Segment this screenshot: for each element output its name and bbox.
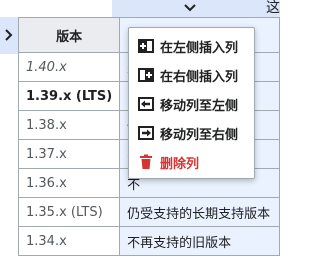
table-row: 1.35.x (LTS) 仍受支持的长期支持版本 bbox=[17, 197, 280, 227]
header-cell-version[interactable]: 版本 bbox=[17, 17, 121, 53]
description-cell[interactable]: 不再支持的旧版本 bbox=[119, 226, 280, 256]
version-cell[interactable]: 1.37.x bbox=[17, 139, 121, 169]
description-cell[interactable]: 仍受支持的长期支持版本 bbox=[119, 197, 280, 227]
menu-item-label: 移动列至左侧 bbox=[160, 98, 239, 114]
move-column-left-icon bbox=[138, 97, 154, 111]
version-cell[interactable]: 1.35.x (LTS) bbox=[17, 197, 121, 227]
row-selection-handle[interactable] bbox=[0, 17, 19, 54]
menu-item-label: 删除列 bbox=[160, 156, 200, 172]
move-column-right-menu-item[interactable]: 移动列至右侧 bbox=[129, 119, 254, 147]
version-cell[interactable]: 1.34.x bbox=[17, 226, 121, 256]
clipped-heading-text: 这 bbox=[266, 0, 280, 16]
insert-column-right-icon bbox=[138, 68, 154, 82]
version-cell[interactable]: 1.36.x bbox=[17, 168, 121, 198]
chevron-right-icon[interactable] bbox=[4, 28, 14, 42]
chevron-down-icon[interactable] bbox=[182, 1, 198, 15]
version-cell[interactable]: 1.39.x (LTS) bbox=[17, 81, 121, 111]
column-selection-handle[interactable]: 这 bbox=[112, 0, 280, 18]
column-context-menu: 在左侧插入列 在右侧插入列 移动列至左侧 移动列至右侧 删除列 bbox=[128, 27, 255, 179]
move-column-right-icon bbox=[138, 126, 154, 140]
insert-column-left-icon bbox=[138, 39, 154, 53]
move-column-left-menu-item[interactable]: 移动列至左侧 bbox=[129, 90, 254, 118]
version-cell[interactable]: 1.38.x bbox=[17, 110, 121, 140]
table-row: 1.34.x 不再支持的旧版本 bbox=[17, 226, 280, 256]
version-cell[interactable]: 1.40.x bbox=[17, 52, 121, 82]
table-editor: 这 版本 1.40.x 未 1.39.x (LTS) 当 1.38.x 仍 1.… bbox=[0, 0, 280, 257]
insert-column-right-menu-item[interactable]: 在右侧插入列 bbox=[129, 61, 254, 89]
trash-icon bbox=[140, 154, 152, 169]
insert-column-left-menu-item[interactable]: 在左侧插入列 bbox=[129, 32, 254, 60]
menu-item-label: 在右侧插入列 bbox=[160, 69, 239, 85]
menu-item-label: 在左侧插入列 bbox=[160, 40, 239, 56]
menu-item-label: 移动列至右侧 bbox=[160, 127, 239, 143]
delete-column-menu-item[interactable]: 删除列 bbox=[129, 148, 254, 176]
